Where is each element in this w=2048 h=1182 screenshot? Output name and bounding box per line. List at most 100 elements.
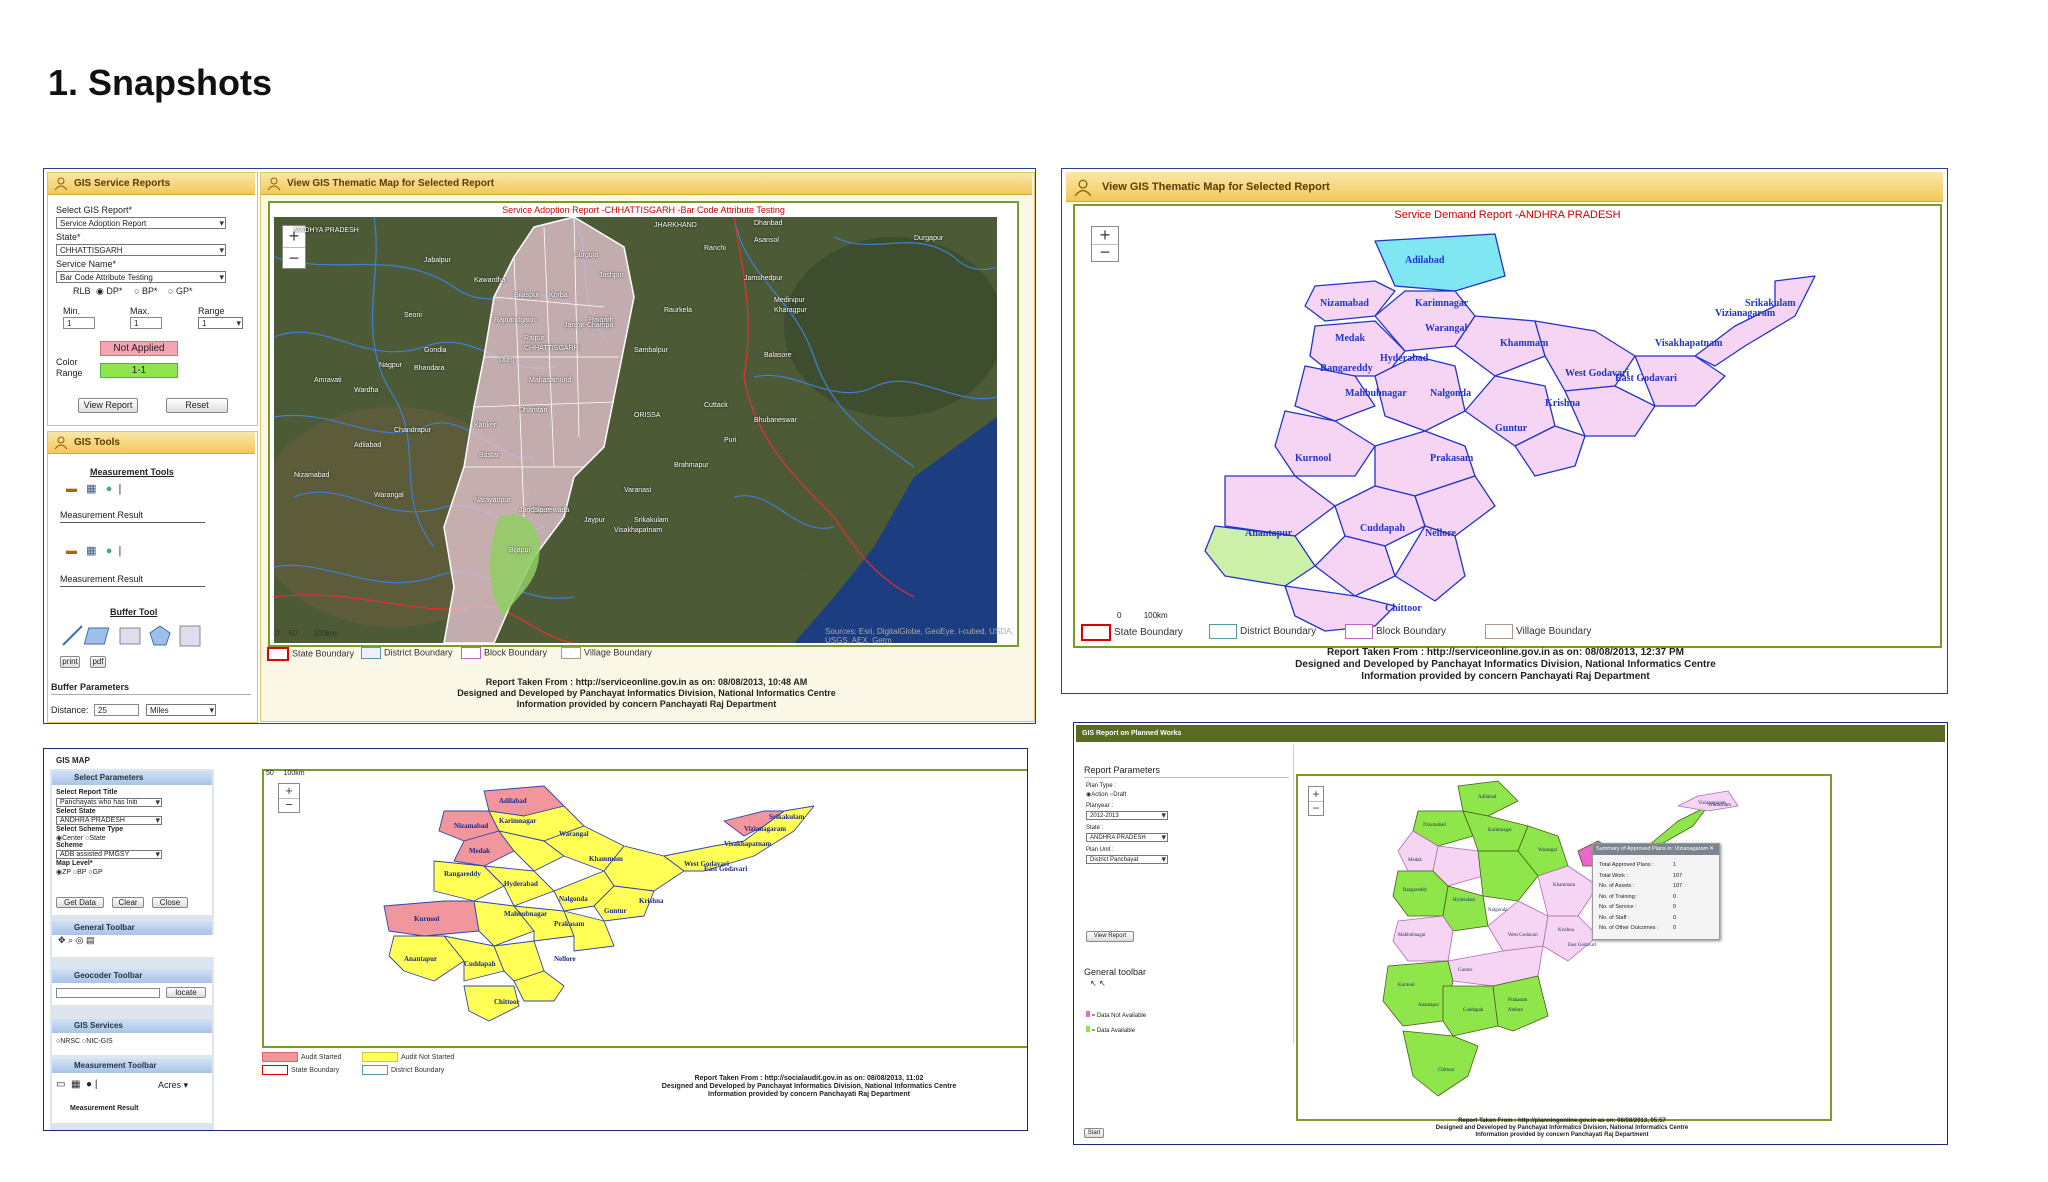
measure-tool-icons-1[interactable]: ▬ ▦ ● | bbox=[66, 482, 121, 495]
buffer-tool-icons[interactable] bbox=[60, 623, 210, 649]
area-icon[interactable]: ▦ bbox=[86, 545, 96, 557]
range-select[interactable]: 1 bbox=[198, 317, 243, 329]
user-info-icon bbox=[1074, 179, 1092, 197]
ruler-icon[interactable]: ▭ bbox=[56, 1079, 65, 1090]
planned-works-map[interactable]: Adilabad Nizamabad Karimnagar Warangal Medak… bbox=[1298, 776, 1830, 1119]
district-label: Kurnool bbox=[1295, 453, 1331, 464]
planyear-label: Planyear : bbox=[1086, 803, 1114, 809]
distance-input[interactable]: 25 bbox=[94, 704, 139, 716]
plan-unit-select[interactable]: District Panchayat bbox=[1086, 855, 1168, 864]
pdf-button[interactable]: pdf bbox=[90, 656, 106, 668]
extent-icon[interactable]: ◎ bbox=[76, 935, 84, 945]
divider bbox=[60, 586, 205, 587]
reset-button[interactable]: Reset bbox=[166, 398, 228, 413]
zoom-control[interactable]: + − bbox=[278, 783, 300, 813]
district-label: Chittoor bbox=[1385, 603, 1422, 614]
map-place-label: Srikakulam bbox=[634, 517, 669, 524]
gis-services-radios[interactable]: ○NRSC ○NIC-GIS bbox=[52, 1033, 212, 1055]
view-report-button[interactable]: View Report bbox=[78, 398, 138, 413]
district-label: Hyderabad bbox=[504, 880, 538, 888]
close-button[interactable]: Close bbox=[152, 897, 188, 908]
map-place-label: Dhamtari bbox=[519, 407, 548, 414]
measure-tool-icons-2[interactable]: ▬ ▦ ● | bbox=[66, 544, 121, 557]
measurement-result-label-2: Measurement Result bbox=[60, 574, 144, 584]
clear-button[interactable]: Clear bbox=[112, 897, 144, 908]
zoom-out-icon[interactable]: − bbox=[279, 798, 299, 813]
ruler-icon[interactable]: ▬ bbox=[66, 483, 77, 495]
zoom-out-icon[interactable]: − bbox=[1092, 243, 1118, 262]
min-input[interactable]: 1 bbox=[63, 317, 95, 329]
screenshot-planned-works: GIS Report on Planned Works Report Param… bbox=[1073, 722, 1948, 1145]
map-attribution: Sources: Esri, DigitalGlobe, GeoEye, i-c… bbox=[825, 627, 1014, 645]
district-label: Krishna bbox=[639, 897, 664, 905]
pan-icon[interactable]: ↖ bbox=[1090, 979, 1097, 988]
get-data-button[interactable]: Get Data bbox=[56, 897, 104, 908]
popup-rows: Total Approved Plans :1 Total Work :107 No… bbox=[1599, 860, 1713, 934]
range-label: Range bbox=[198, 306, 225, 316]
general-toolbar-icons[interactable]: ↖ ↖ bbox=[1090, 979, 1106, 988]
distance-label: Distance: bbox=[51, 705, 89, 715]
measure-icons[interactable]: ▭ ▦ ● | bbox=[56, 1079, 97, 1090]
rlb-dp-radio[interactable]: ◉ DP* bbox=[96, 286, 122, 297]
view-report-button[interactable]: View Report bbox=[1086, 931, 1134, 942]
zoom-out-icon[interactable]: − bbox=[1309, 802, 1323, 816]
map-level-radios[interactable]: ◉ZP ○BP ○GP bbox=[56, 868, 103, 876]
map-place-label: Balasore bbox=[764, 352, 792, 359]
general-toolbar-icons[interactable]: ✥ ⌕ ◎ ▤ bbox=[52, 935, 218, 957]
map-place-label: Amravati bbox=[314, 377, 342, 384]
district-label: Khammam bbox=[589, 855, 623, 863]
district-label: Guntur bbox=[1458, 968, 1473, 973]
start-button[interactable]: Start bbox=[1084, 1128, 1104, 1138]
print-icon[interactable]: ▤ bbox=[86, 935, 95, 945]
popup-row: No. of Service :0 bbox=[1599, 904, 1677, 910]
district-label: Mahbubnagar bbox=[504, 910, 547, 918]
legend-district-boundary: District Boundary bbox=[362, 1065, 444, 1075]
scheme-center-radio[interactable]: ◉Center ○State bbox=[56, 834, 106, 842]
acres-select[interactable]: Acres ▾ bbox=[158, 1080, 188, 1091]
andhra-pradesh-map[interactable]: Adilabad Nizamabad Karimnagar Warangal Medak… bbox=[1075, 206, 1940, 646]
report-title-select[interactable]: Panchayats who has Initi bbox=[56, 798, 162, 807]
zoom-control[interactable]: + − bbox=[1308, 786, 1324, 816]
map-place-label: Bhubaneswar bbox=[754, 417, 797, 424]
globe-icon[interactable]: ● bbox=[106, 545, 113, 557]
district-label: Cuddapah bbox=[464, 960, 496, 968]
legend-data-available: = Data Available bbox=[1086, 1026, 1135, 1034]
zoom-in-icon[interactable]: + bbox=[1309, 787, 1323, 802]
state-select[interactable]: ANDHRA PRADESH bbox=[1086, 833, 1168, 842]
audit-status-map[interactable]: Adilabad Nizamabad Karimnagar Warangal Medak… bbox=[264, 771, 1027, 1046]
zoom-icon[interactable]: ⌕ bbox=[68, 935, 73, 945]
distance-unit-select[interactable]: Miles bbox=[146, 704, 216, 716]
print-button[interactable]: print bbox=[60, 656, 80, 668]
district-label: Nalgonda bbox=[1488, 908, 1508, 913]
area-icon[interactable]: ▦ bbox=[86, 483, 96, 495]
legend-village-boundary: Village Boundary bbox=[561, 647, 652, 659]
plan-type-radios[interactable]: ◉Action ○Draft bbox=[1086, 791, 1126, 798]
state-select[interactable]: CHHATTISGARH bbox=[56, 244, 226, 256]
rlb-gp-radio[interactable]: ○ GP* bbox=[168, 286, 192, 296]
locate-button[interactable]: locate bbox=[166, 987, 206, 998]
rlb-bp-radio[interactable]: ○ BP* bbox=[134, 286, 157, 296]
district-label: Srikakulam bbox=[1708, 803, 1731, 808]
popup-row: No. of Assets :107 bbox=[1599, 883, 1683, 889]
globe-icon[interactable]: ● bbox=[106, 483, 113, 495]
state-select[interactable]: ANDHRA PRADESH bbox=[56, 816, 162, 825]
planyear-select[interactable]: 2012-2013 bbox=[1086, 811, 1168, 820]
max-input[interactable]: 1 bbox=[130, 317, 162, 329]
service-select[interactable]: Bar Code Attribute Testing bbox=[56, 271, 226, 283]
area-icon[interactable]: ▦ bbox=[71, 1079, 80, 1090]
pan-icon[interactable]: ✥ bbox=[58, 935, 66, 945]
close-icon[interactable]: ✕ bbox=[1709, 845, 1714, 852]
ruler-icon[interactable]: ▬ bbox=[66, 545, 77, 557]
zoom-control[interactable]: + − bbox=[1091, 226, 1119, 262]
map-place-label: JHARKHAND bbox=[654, 222, 697, 229]
gis-services-header: GIS Services bbox=[52, 1019, 212, 1033]
zoom-icon[interactable]: ↖ bbox=[1099, 979, 1106, 988]
map-place-label: Jagdalpur bbox=[519, 507, 550, 514]
max-label: Max. bbox=[130, 306, 150, 316]
globe-icon[interactable]: ● bbox=[86, 1079, 92, 1090]
district-label: Warangal bbox=[1538, 848, 1558, 853]
scheme-select[interactable]: ADB assisted PMGSY bbox=[56, 850, 162, 859]
geocoder-input[interactable] bbox=[56, 988, 160, 998]
map-frame: 50 100km Adilabad Nizamabad Karimnagar W… bbox=[262, 769, 1027, 1048]
report-select[interactable]: Service Adoption Report bbox=[56, 217, 226, 229]
